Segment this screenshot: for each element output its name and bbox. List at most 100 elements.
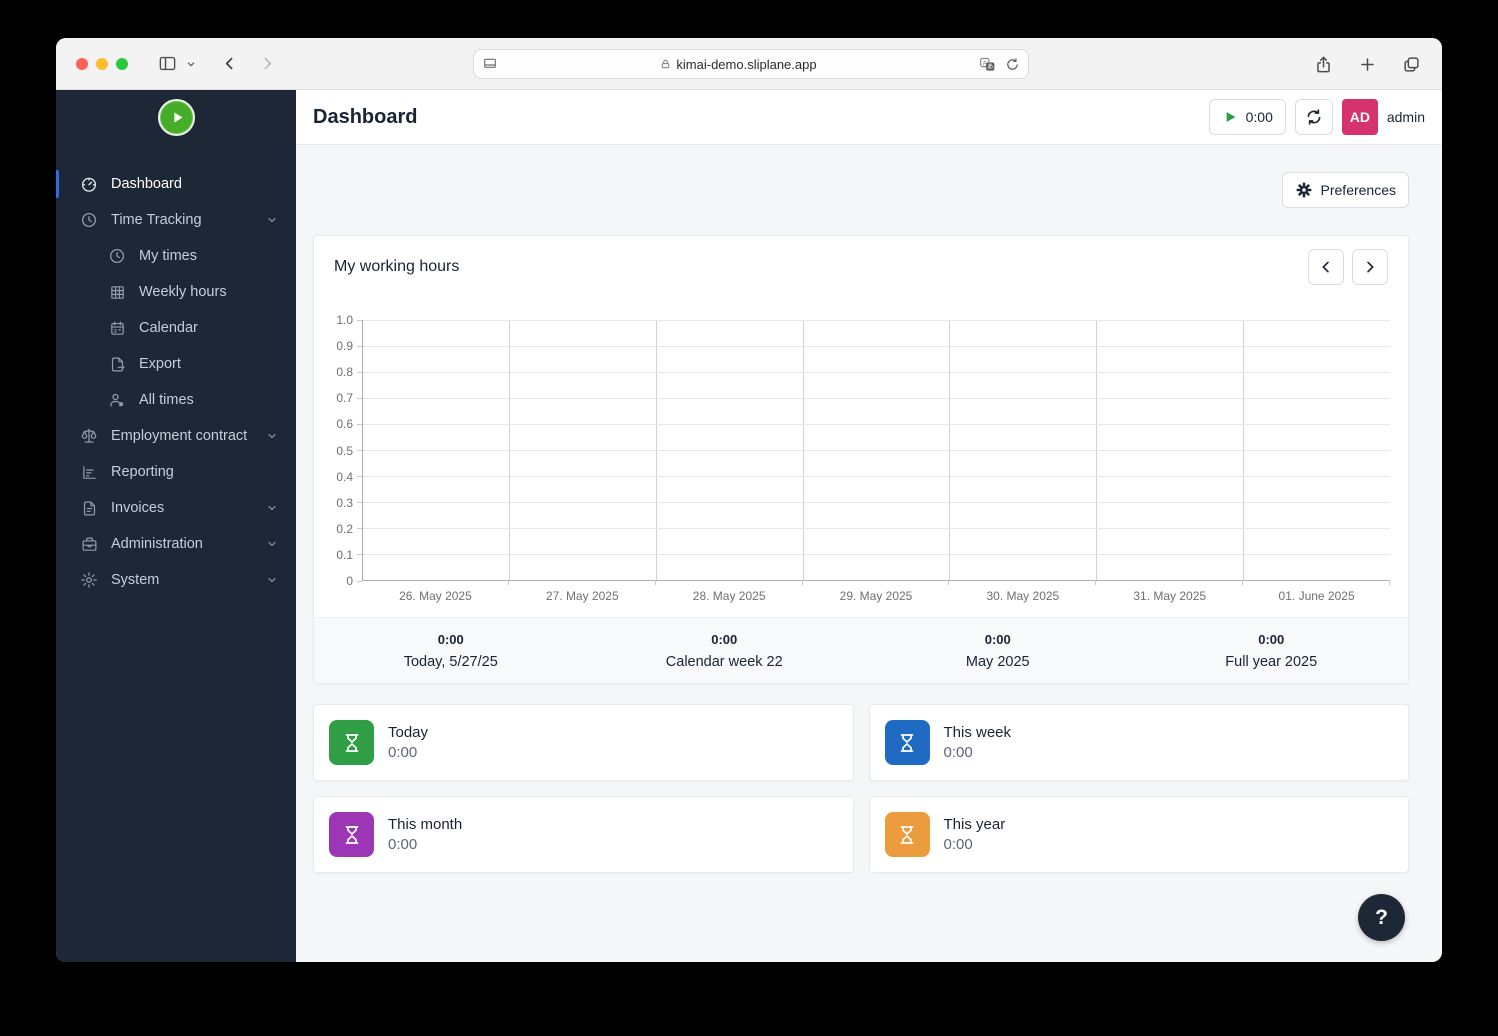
help-button[interactable]: ? bbox=[1358, 894, 1405, 941]
stat-card-today: Today0:00 bbox=[313, 704, 854, 781]
clock-icon bbox=[80, 211, 98, 229]
y-tick-label: 0.6 bbox=[336, 417, 353, 431]
chevron-down-icon bbox=[266, 430, 278, 442]
preferences-button[interactable]: Preferences bbox=[1282, 172, 1409, 208]
gauge-icon bbox=[80, 175, 98, 193]
minimize-window-button[interactable] bbox=[96, 58, 108, 70]
file-export-icon bbox=[108, 355, 126, 373]
y-tick-label: 0.5 bbox=[336, 444, 353, 458]
sidebar-item-label: Weekly hours bbox=[139, 284, 227, 300]
gridline bbox=[363, 528, 1390, 529]
x-tick-label: 26. May 2025 bbox=[362, 589, 509, 603]
summary-value: 0:00 bbox=[588, 632, 862, 647]
sidebar-item-reporting[interactable]: Reporting bbox=[56, 454, 296, 490]
svg-text:あ: あ bbox=[987, 63, 993, 70]
chevron-down-icon[interactable] bbox=[182, 49, 200, 79]
sidebar-item-administration[interactable]: Administration bbox=[56, 526, 296, 562]
username: admin bbox=[1387, 109, 1425, 125]
sidebar-item-weekly-hours[interactable]: Weekly hours bbox=[56, 274, 296, 310]
chart-plot-area bbox=[362, 320, 1390, 581]
chart-icon bbox=[80, 463, 98, 481]
refresh-icon bbox=[1305, 108, 1323, 126]
gridline bbox=[363, 554, 1390, 555]
y-tick-label: 0.1 bbox=[336, 548, 353, 562]
lock-icon bbox=[660, 58, 671, 70]
translate-icon[interactable]: Aあ bbox=[979, 57, 996, 72]
close-window-button[interactable] bbox=[76, 58, 88, 70]
browser-window: kimai-demo.sliplane.app Aあ bbox=[56, 38, 1442, 962]
browser-toolbar: kimai-demo.sliplane.app Aあ bbox=[56, 38, 1442, 90]
address-bar[interactable]: kimai-demo.sliplane.app Aあ bbox=[473, 49, 1029, 79]
avatar[interactable]: AD bbox=[1342, 99, 1378, 135]
stat-card-label: This month bbox=[388, 816, 462, 833]
main-area: Dashboard 0:00 AD admin bbox=[296, 90, 1442, 962]
page-header: Dashboard 0:00 AD admin bbox=[296, 90, 1442, 145]
start-timer-button[interactable]: 0:00 bbox=[1209, 99, 1286, 135]
sidebar-item-system[interactable]: System bbox=[56, 562, 296, 598]
x-tick-mark bbox=[1095, 580, 1096, 585]
next-period-button[interactable] bbox=[1352, 249, 1388, 285]
traffic-lights bbox=[76, 58, 128, 70]
x-tick-mark bbox=[1242, 580, 1243, 585]
x-tick-label: 28. May 2025 bbox=[656, 589, 803, 603]
summary-cell: 0:00Calendar week 22 bbox=[588, 632, 862, 670]
back-button[interactable] bbox=[214, 49, 244, 79]
stat-card-label: This year bbox=[944, 816, 1006, 833]
stat-card-value: 0:00 bbox=[388, 836, 462, 853]
scale-icon bbox=[80, 427, 98, 445]
sidebar-item-all-times[interactable]: All times bbox=[56, 382, 296, 418]
refresh-button[interactable] bbox=[1295, 99, 1333, 135]
sidebar-item-label: Dashboard bbox=[111, 176, 182, 192]
y-tick-label: 0 bbox=[346, 574, 353, 588]
share-icon[interactable] bbox=[1308, 49, 1338, 79]
x-tick-label: 27. May 2025 bbox=[509, 589, 656, 603]
forward-button[interactable] bbox=[252, 49, 282, 79]
sidebar-item-employment-contract[interactable]: Employment contract bbox=[56, 418, 296, 454]
clock-icon bbox=[108, 247, 126, 265]
sidebar-item-label: Time Tracking bbox=[111, 212, 202, 228]
summary-label: May 2025 bbox=[861, 654, 1135, 670]
gridline bbox=[363, 320, 1390, 321]
y-tick-label: 1.0 bbox=[336, 313, 353, 327]
x-tick-mark bbox=[948, 580, 949, 585]
users-icon bbox=[108, 391, 126, 409]
gridline bbox=[363, 476, 1390, 477]
reader-icon[interactable] bbox=[482, 56, 498, 72]
chevron-down-icon bbox=[266, 574, 278, 586]
zoom-window-button[interactable] bbox=[116, 58, 128, 70]
url-text: kimai-demo.sliplane.app bbox=[676, 57, 816, 72]
new-tab-icon[interactable] bbox=[1352, 49, 1382, 79]
sidebar-item-my-times[interactable]: My times bbox=[56, 238, 296, 274]
timer-value: 0:00 bbox=[1246, 109, 1273, 125]
sidebar-item-time-tracking[interactable]: Time Tracking bbox=[56, 202, 296, 238]
sidebar-toggle-icon[interactable] bbox=[152, 49, 182, 79]
sidebar-item-calendar[interactable]: Calendar bbox=[56, 310, 296, 346]
hourglass-icon bbox=[885, 812, 930, 857]
sidebar-item-label: Reporting bbox=[111, 464, 174, 480]
x-tick-label: 31. May 2025 bbox=[1096, 589, 1243, 603]
briefcase-icon bbox=[80, 535, 98, 553]
summary-label: Full year 2025 bbox=[1135, 654, 1409, 670]
sidebar-item-invoices[interactable]: Invoices bbox=[56, 490, 296, 526]
working-hours-card: My working hours 1.00.90.80.70 bbox=[313, 235, 1409, 684]
invoice-icon bbox=[80, 499, 98, 517]
stat-card-value: 0:00 bbox=[944, 744, 1012, 761]
gridline bbox=[363, 502, 1390, 503]
stat-card-value: 0:00 bbox=[944, 836, 1006, 853]
summary-value: 0:00 bbox=[861, 632, 1135, 647]
previous-period-button[interactable] bbox=[1308, 249, 1344, 285]
sidebar-item-dashboard[interactable]: Dashboard bbox=[56, 166, 296, 202]
y-tick-label: 0.2 bbox=[336, 522, 353, 536]
summary-cell: 0:00Today, 5/27/25 bbox=[314, 632, 588, 670]
reload-icon[interactable] bbox=[1005, 57, 1020, 72]
working-hours-title: My working hours bbox=[334, 258, 459, 276]
x-tick-mark bbox=[655, 580, 656, 585]
kimai-logo-icon[interactable] bbox=[158, 99, 195, 136]
tab-overview-icon[interactable] bbox=[1396, 49, 1426, 79]
sidebar-item-label: Employment contract bbox=[111, 428, 247, 444]
summary-cell: 0:00Full year 2025 bbox=[1135, 632, 1409, 670]
summary-cell: 0:00 May 2025 bbox=[861, 632, 1135, 670]
sidebar-item-label: Invoices bbox=[111, 500, 164, 516]
x-tick-mark bbox=[508, 580, 509, 585]
sidebar-item-export[interactable]: Export bbox=[56, 346, 296, 382]
